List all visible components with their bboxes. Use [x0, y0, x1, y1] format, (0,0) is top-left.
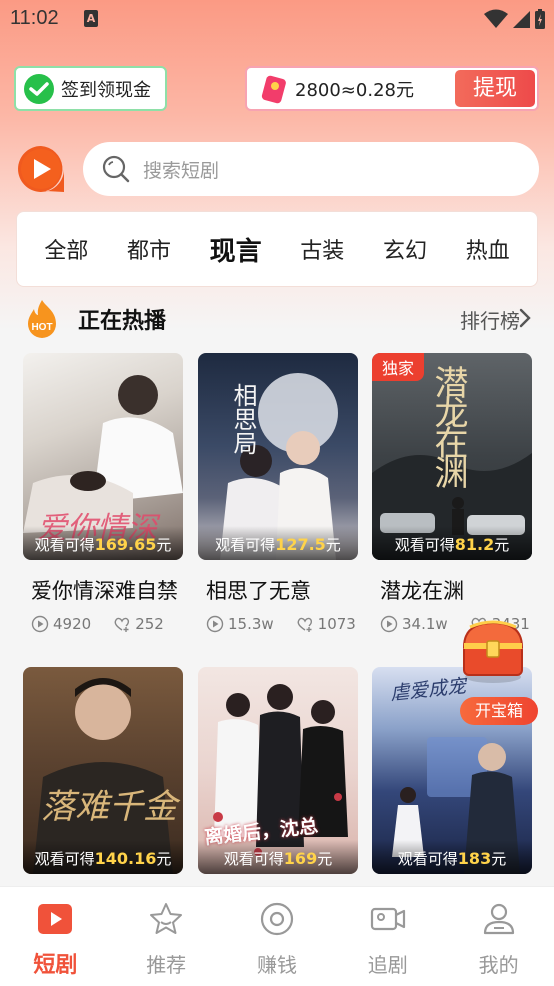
- status-icons: [484, 8, 546, 30]
- nav-item-earn[interactable]: 赚钱: [222, 887, 333, 986]
- search-placeholder: 搜索短剧: [143, 159, 220, 182]
- drama-poster[interactable]: 爱你情深 观看可得169.65元: [23, 353, 183, 560]
- signal-icon: [513, 11, 530, 28]
- nav-item-recommend[interactable]: 推荐: [111, 887, 222, 986]
- follow-icon: [114, 617, 130, 632]
- like-count: 1073: [317, 615, 356, 633]
- drama-poster[interactable]: 相思局 观看可得127.5元: [198, 353, 358, 560]
- now-playing-title: 正在热播: [78, 309, 167, 334]
- earn-label: 观看可得169.65元: [23, 526, 183, 560]
- earn-amount: 81.2: [454, 535, 495, 554]
- withdraw-button[interactable]: 提现: [455, 70, 535, 107]
- drama-title: 潜龙在渊: [380, 579, 464, 603]
- video-camera-icon: [370, 907, 405, 931]
- earn-label: 观看可得183元: [372, 840, 532, 874]
- nav-label: 追剧: [367, 953, 408, 977]
- poster-title-art: 潜龙在渊: [428, 365, 468, 485]
- open-treasure-button[interactable]: 开宝箱: [460, 697, 538, 725]
- hot-icon-text: HOT: [31, 322, 52, 333]
- view-count: 34.1w: [402, 615, 448, 633]
- poster-title-art: 落难千金: [41, 787, 177, 827]
- tab-fantasy[interactable]: 玄幻: [383, 233, 427, 265]
- coin-balance: 2800≈0.28元 提现: [245, 66, 539, 111]
- drama-poster[interactable]: 潜龙在渊 独家 观看可得81.2元: [372, 353, 532, 560]
- earn-label: 观看可得127.5元: [198, 526, 358, 560]
- red-envelope-icon: [261, 74, 287, 104]
- tab-action[interactable]: 热血: [466, 233, 510, 265]
- hot-fire-icon: HOT: [24, 299, 60, 339]
- exclusive-badge: 独家: [372, 353, 425, 381]
- battery-icon: [535, 9, 545, 29]
- coin-icon: [260, 902, 294, 936]
- ranking-link[interactable]: 排行榜: [460, 305, 520, 334]
- tab-urban[interactable]: 都市: [127, 233, 171, 265]
- like-count: 252: [135, 615, 164, 633]
- star-icon: [150, 903, 183, 934]
- tab-costume[interactable]: 古装: [300, 233, 344, 265]
- drama-stats: 15.3w 1073: [206, 615, 356, 633]
- drama-poster[interactable]: 落难千金 观看可得140.16元: [23, 667, 183, 874]
- nav-label: 短剧: [33, 953, 78, 978]
- tab-all[interactable]: 全部: [44, 233, 88, 265]
- signin-cash-button[interactable]: 签到领现金: [14, 66, 167, 111]
- earn-amount: 140.16: [94, 849, 157, 868]
- signin-label: 签到领现金: [61, 79, 151, 101]
- coin-text: 2800≈0.28元: [295, 79, 414, 101]
- follow-icon: [297, 617, 312, 632]
- user-icon: [483, 903, 514, 935]
- play-count-icon: [206, 615, 224, 633]
- earn-amount: 169: [283, 849, 318, 868]
- app-logo: [16, 144, 66, 194]
- drama-poster[interactable]: 离婚后，沈总 观看可得169元: [198, 667, 358, 874]
- earn-amount: 169.65: [94, 535, 157, 554]
- view-count: 15.3w: [228, 615, 274, 633]
- drama-title: 相思了无意: [206, 579, 311, 603]
- play-square-icon: [38, 904, 73, 934]
- status-bar: 11:02 A: [0, 0, 554, 38]
- poster-title-art: 相思局: [229, 383, 257, 455]
- search-icon: [102, 155, 130, 183]
- nav-label: 推荐: [146, 953, 187, 977]
- play-count-icon: [380, 615, 398, 633]
- play-count-icon: [31, 615, 49, 633]
- category-tabs: 全部 都市 现言 古装 玄幻 热血: [16, 211, 538, 287]
- earn-amount: 183: [457, 849, 492, 868]
- nav-label: 我的: [478, 953, 519, 977]
- earn-label: 观看可得169元: [198, 840, 358, 874]
- chevron-right-icon[interactable]: [518, 306, 532, 330]
- earn-amount: 127.5: [275, 535, 326, 554]
- status-time: 11:02: [10, 7, 59, 29]
- nav-label: 赚钱: [256, 953, 297, 977]
- earn-label: 观看可得81.2元: [372, 526, 532, 560]
- treasure-chest-icon[interactable]: [458, 615, 528, 685]
- drama-stats: 4920 252: [31, 615, 164, 633]
- notification-icon: A: [84, 10, 98, 27]
- nav-item-follow[interactable]: 追剧: [332, 887, 443, 986]
- view-count: 4920: [53, 615, 92, 633]
- bottom-nav: 短剧 推荐 赚钱 追剧 我的: [0, 886, 554, 986]
- nav-item-profile[interactable]: 我的: [443, 887, 554, 986]
- nav-item-shorts[interactable]: 短剧: [0, 887, 111, 986]
- tab-romance[interactable]: 现言: [210, 231, 262, 268]
- search-input[interactable]: 搜索短剧: [83, 142, 539, 196]
- wifi-icon: [484, 9, 508, 28]
- drama-title: 爱你情深难自禁: [31, 579, 178, 603]
- checkmark-icon: [24, 73, 54, 104]
- earn-label: 观看可得140.16元: [23, 840, 183, 874]
